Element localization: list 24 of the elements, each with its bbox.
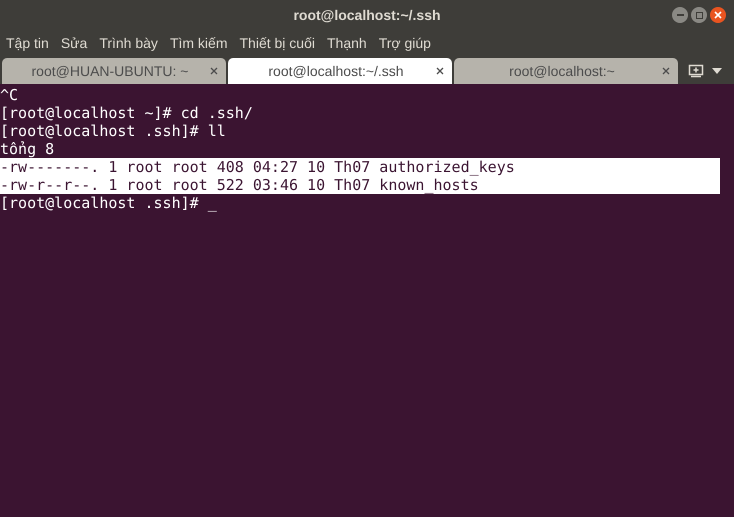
menu-item[interactable]: Trợ giúp	[378, 32, 431, 54]
tab[interactable]: root@HUAN-UBUNTU: ~	[2, 58, 226, 84]
window-title: root@localhost:~/.ssh	[293, 6, 441, 24]
terminal-line: [root@localhost ~]# cd .ssh/	[0, 104, 254, 122]
close-icon[interactable]	[210, 67, 218, 75]
menu-item[interactable]: Tập tin	[6, 32, 49, 54]
menu-item[interactable]: Thiết bị cuối	[240, 32, 315, 54]
dropdown-icon[interactable]	[712, 68, 722, 74]
close-button[interactable]	[710, 7, 726, 23]
terminal-line: tổng 8	[0, 140, 56, 158]
tab[interactable]: root@localhost:~/.ssh	[228, 58, 452, 84]
menu-item[interactable]: Sửa	[60, 32, 88, 54]
menu-item[interactable]: Trình bày	[99, 32, 158, 54]
close-icon[interactable]	[436, 67, 444, 75]
minimize-button[interactable]	[672, 7, 688, 23]
menu-item[interactable]: Tìm kiếm	[170, 32, 228, 54]
tab[interactable]: root@localhost:~	[454, 58, 678, 84]
close-icon[interactable]	[662, 67, 670, 75]
terminal-line: ^C	[0, 86, 20, 104]
terminal-line: [root@localhost .ssh]# _	[0, 194, 218, 212]
menu-item[interactable]: Thạnh	[326, 32, 367, 54]
terminal-line: [root@localhost .ssh]# ll	[0, 122, 227, 140]
close-icon	[714, 11, 722, 19]
new-tab-icon[interactable]	[688, 64, 704, 78]
